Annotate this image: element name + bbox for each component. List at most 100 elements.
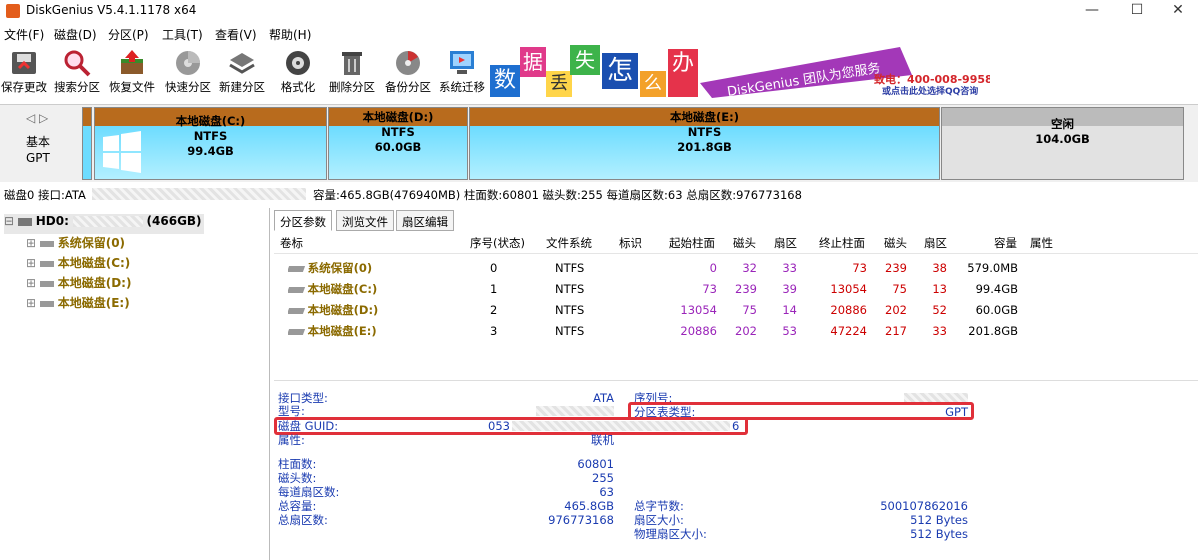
- cylinders-value: 60801: [577, 457, 614, 471]
- attribute-label: 属性:: [278, 433, 305, 447]
- tree-root-size: (466GB): [146, 214, 202, 228]
- partition-icon: [39, 280, 54, 287]
- menu-disk[interactable]: 磁盘(D): [54, 26, 97, 43]
- tree-item[interactable]: ⊞ 本地磁盘(E:): [26, 294, 130, 314]
- partition-icon: [39, 300, 54, 307]
- minimize-button[interactable]: —: [1072, 0, 1112, 22]
- free-size: 104.0GB: [1035, 132, 1090, 146]
- recover-files-button[interactable]: 恢复文件: [106, 48, 158, 100]
- backup-partition-button[interactable]: 备份分区: [382, 48, 434, 100]
- reserved-partition-block[interactable]: [82, 107, 92, 180]
- partition-icon: [288, 328, 306, 335]
- search-icon: [64, 50, 91, 77]
- window-title: DiskGenius V5.4.1.1178 x64: [26, 3, 197, 17]
- gpt-highlight-box: [628, 402, 974, 420]
- promo-banner[interactable]: 数 据 丢 失 怎 么 办 DiskGenius 团队为您服务 致电：400-0…: [490, 45, 990, 98]
- total-sectors-value: 976773168: [548, 513, 614, 527]
- disk-type-label: 基本: [26, 135, 51, 149]
- delete-partition-button[interactable]: 删除分区: [326, 48, 378, 100]
- partition-name: 本地磁盘(C:): [175, 114, 246, 128]
- tab-browse-files[interactable]: 浏览文件: [336, 210, 394, 231]
- disk-map: ◁ ▷ 基本 GPT 本地磁盘(C:) NTFS 99.4GB 本地磁盘(D:) NT…: [0, 104, 1198, 182]
- interface-type-label: 接口类型:: [278, 391, 328, 405]
- tree-item[interactable]: ⊞ 本地磁盘(D:): [26, 274, 131, 294]
- new-partition-button[interactable]: 新建分区: [216, 48, 268, 100]
- col-header[interactable]: 起始柱面: [669, 233, 715, 254]
- table-row[interactable]: 本地磁盘(D:) 2 NTFS 13054 75 14 20886 202 52…: [274, 300, 1198, 321]
- physical-sector-size-label: 物理扇区大小:: [634, 527, 707, 541]
- maximize-button[interactable]: ☐: [1117, 0, 1157, 22]
- table-row[interactable]: 本地磁盘(E:) 3 NTFS 20886 202 53 47224 217 3…: [274, 321, 1198, 342]
- model-label: 型号:: [278, 404, 305, 418]
- menu-help[interactable]: 帮助(H): [269, 26, 311, 43]
- system-migration-button[interactable]: 系统迁移: [436, 48, 488, 100]
- tree-item[interactable]: ⊞ 系统保留(0): [26, 234, 125, 254]
- nav-arrows[interactable]: ◁ ▷: [26, 111, 48, 125]
- tree-item[interactable]: ⊞ 本地磁盘(C:): [26, 254, 130, 274]
- tab-partition-params[interactable]: 分区参数: [274, 210, 332, 231]
- partition-block-c[interactable]: 本地磁盘(C:) NTFS 99.4GB: [94, 107, 327, 180]
- banner-char: 数: [490, 65, 520, 97]
- close-button[interactable]: ✕: [1158, 0, 1198, 22]
- attribute-value: 联机: [591, 433, 614, 447]
- banner-char: 怎: [602, 53, 638, 89]
- banner-char: 么: [640, 71, 666, 97]
- disk-tree: ⊟ HD0: (466GB) ⊞ 系统保留(0) ⊞ 本地磁盘(C:) ⊞ 本地…: [0, 208, 270, 560]
- menu-file[interactable]: 文件(F): [4, 26, 44, 43]
- migrate-icon: [450, 51, 474, 74]
- redacted-disk-name: [72, 216, 143, 227]
- table-row[interactable]: 本地磁盘(C:) 1 NTFS 73 239 39 13054 75 13 99…: [274, 279, 1198, 300]
- partition-icon: [39, 260, 54, 267]
- col-header[interactable]: 磁头: [884, 233, 907, 254]
- partition-size: 201.8GB: [677, 140, 732, 154]
- banner-char: 据: [520, 47, 546, 77]
- save-changes-button[interactable]: 保存更改: [0, 48, 48, 100]
- col-header[interactable]: 序号(状态): [470, 233, 525, 254]
- banner-char: 失: [570, 45, 600, 75]
- col-header[interactable]: 扇区: [774, 233, 797, 254]
- menu-bar: 文件(F) 磁盘(D) 分区(P) 工具(T) 查看(V) 帮助(H): [0, 24, 1198, 44]
- partition-scheme-label: GPT: [26, 151, 50, 165]
- total-bytes-value: 500107862016: [880, 499, 968, 513]
- partition-fs: NTFS: [193, 129, 228, 143]
- partition-size: 60.0GB: [374, 140, 422, 154]
- banner-qq: 或点击此处选择QQ咨询: [882, 87, 979, 97]
- partition-name: 本地磁盘(E:): [670, 110, 739, 124]
- tree-root-label: HD0:: [35, 214, 69, 228]
- partition-size: 99.4GB: [187, 144, 234, 158]
- col-header[interactable]: 扇区: [924, 233, 947, 254]
- total-capacity-label: 总容量:: [278, 499, 317, 513]
- redacted-model-value: [536, 406, 614, 416]
- sectors-per-track-value: 63: [599, 485, 614, 499]
- backup-icon: [396, 51, 420, 75]
- new-partition-icon: [229, 53, 255, 74]
- interface-type-value: ATA: [593, 391, 614, 405]
- disk-interface: 磁盘0 接口:ATA: [4, 188, 86, 202]
- col-header[interactable]: 容量: [994, 233, 1017, 254]
- format-button[interactable]: 格式化: [274, 48, 322, 100]
- disk-details: 接口类型: ATA 型号: 磁盘 GUID: 053 6 属性: 联机 序列号:…: [274, 380, 1198, 560]
- col-header[interactable]: 磁头: [733, 233, 756, 254]
- table-row[interactable]: 系统保留(0) 0 NTFS 0 32 33 73 239 38 579.0MB: [274, 258, 1198, 279]
- quick-partition-button[interactable]: 快速分区: [162, 48, 214, 100]
- col-header[interactable]: 卷标: [280, 233, 303, 254]
- free-space-block[interactable]: 空闲 104.0GB: [941, 107, 1184, 180]
- menu-partition[interactable]: 分区(P): [108, 26, 149, 43]
- col-header[interactable]: 属性: [1030, 233, 1053, 254]
- search-partition-button[interactable]: 搜索分区: [52, 48, 102, 100]
- col-header[interactable]: 标识: [619, 233, 642, 254]
- physical-sector-size-value: 512 Bytes: [910, 527, 968, 541]
- partition-block-e[interactable]: 本地磁盘(E:) NTFS 201.8GB: [469, 107, 940, 180]
- redacted-model: [92, 188, 306, 200]
- col-header[interactable]: 终止柱面: [819, 233, 865, 254]
- menu-view[interactable]: 查看(V): [215, 26, 257, 43]
- col-header[interactable]: 文件系统: [546, 233, 592, 254]
- tree-root-hd0[interactable]: ⊟ HD0: (466GB): [4, 214, 204, 234]
- tab-sector-edit[interactable]: 扇区编辑: [396, 210, 454, 231]
- hdd-icon: [17, 217, 32, 226]
- menu-tools[interactable]: 工具(T): [162, 26, 203, 43]
- banner-char: 办: [668, 49, 698, 97]
- banner-char: 丢: [546, 71, 572, 97]
- partition-fs: NTFS: [687, 125, 722, 139]
- partition-block-d[interactable]: 本地磁盘(D:) NTFS 60.0GB: [328, 107, 468, 180]
